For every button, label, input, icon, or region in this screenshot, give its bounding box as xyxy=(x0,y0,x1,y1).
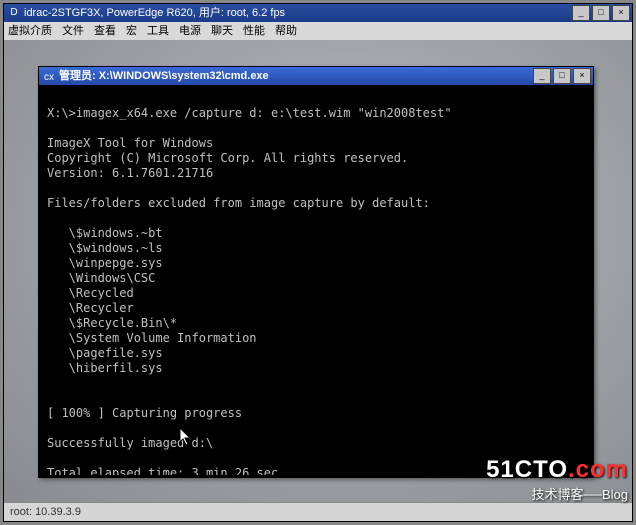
watermark: 51CTO.com 技术博客──Blog xyxy=(486,456,628,503)
vnc-window-controls: _ □ × xyxy=(570,5,630,21)
vnc-window: D idrac-2STGF3X, PowerEdge R620, 用户: roo… xyxy=(3,3,633,522)
statusbar: root: 10.39.3.9 xyxy=(4,502,632,521)
watermark-brand: 51CTO.com xyxy=(486,456,628,484)
menu-chat[interactable]: 聊天 xyxy=(211,22,233,40)
menu-tools[interactable]: 工具 xyxy=(147,22,169,40)
menu-macro[interactable]: 宏 xyxy=(126,22,137,40)
remote-desktop[interactable]: cx 管理员: X:\WINDOWS\system32\cmd.exe _ □ … xyxy=(4,40,632,503)
menu-file[interactable]: 文件 xyxy=(62,22,84,40)
maximize-button[interactable]: □ xyxy=(592,5,610,21)
vnc-title: idrac-2STGF3X, PowerEdge R620, 用户: root,… xyxy=(24,4,570,22)
menu-view[interactable]: 查看 xyxy=(94,22,116,40)
cmd-title-text: 管理员: X:\WINDOWS\system32\cmd.exe xyxy=(59,67,531,85)
menu-virtual-media[interactable]: 虚拟介质 xyxy=(8,22,52,40)
cmd-icon: cx xyxy=(42,69,56,83)
status-text: root: 10.39.3.9 xyxy=(10,506,81,518)
close-button[interactable]: × xyxy=(612,5,630,21)
cmd-maximize-button[interactable]: □ xyxy=(553,68,571,84)
menu-performance[interactable]: 性能 xyxy=(243,22,265,40)
vnc-titlebar: D idrac-2STGF3X, PowerEdge R620, 用户: roo… xyxy=(4,4,632,22)
menubar: 虚拟介质 文件 查看 宏 工具 电源 聊天 性能 帮助 xyxy=(4,22,632,41)
minimize-button[interactable]: _ xyxy=(572,5,590,21)
cmd-titlebar: cx 管理员: X:\WINDOWS\system32\cmd.exe _ □ … xyxy=(39,67,593,85)
cmd-window-controls: _ □ × xyxy=(531,68,591,84)
cmd-close-button[interactable]: × xyxy=(573,68,591,84)
cmd-window[interactable]: cx 管理员: X:\WINDOWS\system32\cmd.exe _ □ … xyxy=(38,66,594,478)
cmd-output[interactable]: X:\>imagex_x64.exe /capture d: e:\test.w… xyxy=(41,87,591,475)
app-icon: D xyxy=(7,6,21,20)
menu-power[interactable]: 电源 xyxy=(179,22,201,40)
cmd-minimize-button[interactable]: _ xyxy=(533,68,551,84)
watermark-sub: 技术博客──Blog xyxy=(486,484,628,503)
menu-help[interactable]: 帮助 xyxy=(275,22,297,40)
